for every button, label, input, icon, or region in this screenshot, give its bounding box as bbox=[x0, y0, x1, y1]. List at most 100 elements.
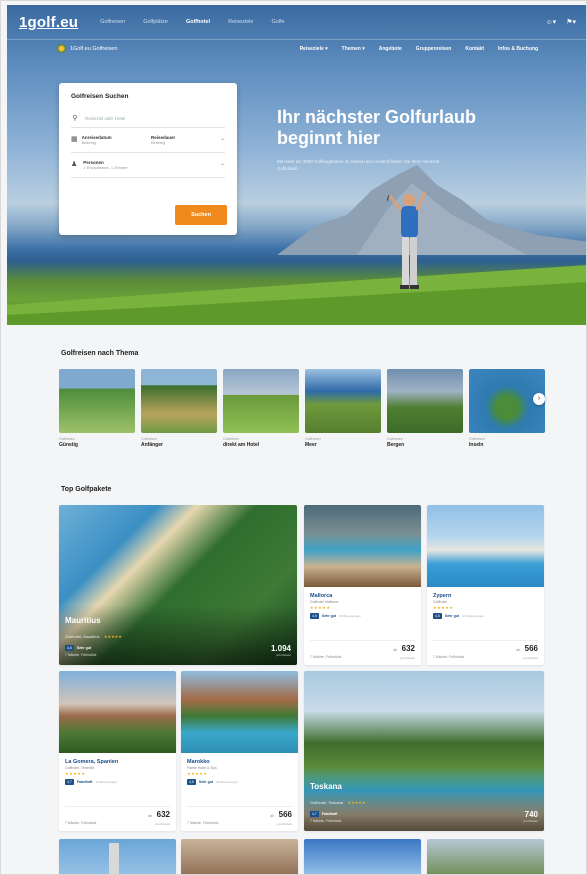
theme-name: direkt am Hotel bbox=[223, 442, 260, 448]
hero-subtitle: Mit mehr als 3000 Golfangeboten im Inlan… bbox=[277, 159, 441, 171]
sub-nav-item[interactable]: Gruppenreisen bbox=[416, 46, 452, 52]
sub-bar: 1Golf.eu Golfreisen Reiseziele ▾ Themen … bbox=[7, 39, 586, 57]
package-card-partial[interactable] bbox=[304, 839, 421, 874]
top-nav-item-active[interactable]: Golfhotel bbox=[186, 19, 210, 25]
search-title: Golfreisen Suchen bbox=[71, 93, 129, 100]
theme-name: Bergen bbox=[387, 442, 405, 448]
theme-name: Anfänger bbox=[141, 442, 163, 448]
persons-field[interactable]: ♟ Personen 2 Erwachsene, 1 Zimmer ⌄ bbox=[71, 153, 225, 178]
price-per-person: pro Person bbox=[276, 653, 291, 657]
top-bar: 1golf.eu Golfreisen Golfplätze Golfhotel… bbox=[7, 5, 586, 39]
theme-card[interactable]: Golfreisen Günstig bbox=[59, 369, 135, 448]
card-detail: 7 Nächte, Frühstück bbox=[65, 653, 97, 657]
card-footer: 7 Nächte, Frühstück ab 632 pro Person bbox=[310, 638, 415, 660]
card-detail: 7 Nächte, Frühstück bbox=[310, 819, 342, 823]
card-info: Zypern Golfhotel ★★★★★ 4,5 Sehr gut 41 B… bbox=[433, 593, 538, 619]
card-rating: 4,5 Sehr gut 63 Bewertungen bbox=[310, 613, 415, 619]
flag-icon[interactable]: ⚑▾ bbox=[566, 18, 576, 26]
card-title: Mauritius bbox=[65, 616, 101, 625]
brand[interactable]: 1Golf.eu Golfreisen bbox=[57, 44, 117, 53]
package-card-partial[interactable] bbox=[181, 839, 298, 874]
brand-logo-icon bbox=[57, 44, 66, 53]
price-value: 566 bbox=[524, 644, 538, 653]
sub-nav-item[interactable]: Infos & Buchung bbox=[498, 46, 538, 52]
card-location: Golfhotel bbox=[433, 600, 448, 604]
card-detail: 7 Nächte, Frühstück bbox=[310, 655, 342, 659]
package-card-marokko[interactable]: Marokko Palme Hotel & Spa ★★★★★ 4,5 Sehr… bbox=[181, 671, 298, 831]
card-location: Golfhotel, Teneriffa bbox=[65, 766, 95, 770]
card-info: Toskana Golfhotel, Toskana ★★★★★ 4,7 Fab… bbox=[310, 782, 538, 823]
card-stars: ★★★★★ bbox=[65, 771, 86, 776]
card-image bbox=[304, 505, 421, 587]
rating-word: Sehr gut bbox=[76, 646, 92, 650]
card-title: Toskana bbox=[310, 782, 342, 791]
packages-title: Top Golfpakete bbox=[61, 486, 112, 493]
package-card-mallorca[interactable]: Mallorca Golfhotel Mallorca ★★★★★ 4,5 Se… bbox=[304, 505, 421, 665]
rating-reviews: 22 Bewertungen bbox=[95, 780, 118, 784]
sub-nav-item[interactable]: Angebote bbox=[379, 46, 402, 52]
theme-small-label: Golfreisen bbox=[141, 437, 157, 441]
card-info: La Gomera, Spanien Golfhotel, Teneriffa … bbox=[65, 759, 170, 785]
rating-score: 4,7 bbox=[65, 779, 74, 785]
card-location: Golfhotel Mallorca bbox=[310, 600, 339, 604]
rating-reviews: 63 Bewertungen bbox=[339, 614, 361, 618]
rating-word: Fabelhaft bbox=[321, 812, 338, 816]
sub-nav-item[interactable]: Themen ▾ bbox=[342, 46, 365, 52]
top-nav: Golfreisen Golfplätze Golfhotel Reisezie… bbox=[100, 19, 285, 25]
carousel-next-button[interactable]: › bbox=[533, 393, 545, 405]
top-nav-item[interactable]: Reiseziele bbox=[228, 19, 253, 25]
theme-card[interactable]: Golfreisen Anfänger bbox=[141, 369, 217, 448]
sub-nav-item[interactable]: Reiseziele ▾ bbox=[300, 46, 328, 52]
theme-card[interactable]: Golfreisen direkt am Hotel bbox=[223, 369, 299, 448]
package-card-lagomera[interactable]: La Gomera, Spanien Golfhotel, Teneriffa … bbox=[59, 671, 176, 831]
price-per-person: pro Person bbox=[155, 822, 170, 826]
package-card-mauritius[interactable]: Mauritius Golfhotel, Mauritius ★★★★★ 4,6… bbox=[59, 505, 297, 665]
chevron-down-icon: ⌄ bbox=[219, 136, 225, 142]
card-detail: 7 Nächte, Frühstück bbox=[433, 655, 465, 659]
sub-nav-item[interactable]: Kontakt bbox=[465, 46, 484, 52]
card-location: Golfhotel, Mauritius bbox=[65, 634, 100, 639]
package-card-partial[interactable] bbox=[427, 839, 544, 874]
theme-small-label: Golfreisen bbox=[223, 437, 239, 441]
card-location: Golfhotel, Toskana bbox=[310, 800, 344, 805]
sub-nav: Reiseziele ▾ Themen ▾ Angebote Gruppenre… bbox=[300, 46, 538, 52]
top-nav-item[interactable]: Golfreisen bbox=[100, 19, 125, 25]
theme-name: Meer bbox=[305, 442, 317, 448]
logo[interactable]: 1golf.eu bbox=[19, 14, 78, 31]
destination-placeholder: Reiseziel oder Hotel bbox=[85, 115, 126, 121]
package-card-zypern[interactable]: Zypern Golfhotel ★★★★★ 4,5 Sehr gut 41 B… bbox=[427, 505, 544, 665]
price-per-person: pro Person bbox=[277, 822, 292, 826]
golfer-image bbox=[387, 191, 427, 289]
theme-card[interactable]: Golfreisen Meer bbox=[305, 369, 381, 448]
persons-value: 2 Erwachsene, 1 Zimmer bbox=[83, 165, 128, 170]
card-footer: 7 Nächte, Frühstück ab 566 pro Person bbox=[187, 804, 292, 826]
theme-small-label: Golfreisen bbox=[469, 437, 485, 441]
card-title: La Gomera, Spanien bbox=[65, 759, 119, 765]
search-button[interactable]: Suchen bbox=[175, 205, 227, 225]
card-info: Marokko Palme Hotel & Spa ★★★★★ 4,5 Sehr… bbox=[187, 759, 292, 785]
theme-card[interactable]: Golfreisen Bergen bbox=[387, 369, 463, 448]
price-from: ab bbox=[516, 648, 521, 652]
duration-field[interactable]: Reisedauer Beliebig ⌄ bbox=[151, 135, 225, 145]
user-icon[interactable]: ☺▾ bbox=[546, 18, 557, 26]
destination-field[interactable]: ⚲ Reiseziel oder Hotel bbox=[71, 109, 225, 128]
arrival-field[interactable]: ▦ Anreisedatum Beliebig bbox=[71, 135, 145, 145]
theme-small-label: Golfreisen bbox=[387, 437, 403, 441]
price-value: 566 bbox=[278, 810, 292, 819]
top-nav-item[interactable]: Golfplätze bbox=[143, 19, 168, 25]
theme-card[interactable]: Golfreisen Inseln bbox=[469, 369, 545, 448]
card-price: 740 pro Person bbox=[523, 810, 538, 823]
theme-name: Inseln bbox=[469, 442, 484, 448]
date-row: ▦ Anreisedatum Beliebig Reisedauer Belie… bbox=[71, 128, 225, 153]
price-value: 632 bbox=[401, 644, 415, 653]
package-card-toskana[interactable]: Toskana Golfhotel, Toskana ★★★★★ 4,7 Fab… bbox=[304, 671, 544, 831]
themes-title: Golfreisen nach Thema bbox=[61, 350, 139, 357]
price-per-person: pro Person bbox=[400, 656, 415, 660]
rating-score: 4,5 bbox=[187, 779, 196, 785]
package-card-partial[interactable] bbox=[59, 839, 176, 874]
card-stars: ★★★★★ bbox=[103, 634, 122, 639]
top-nav-item[interactable]: Golfe bbox=[271, 19, 284, 25]
theme-carousel: Golfreisen Günstig Golfreisen Anfänger G… bbox=[53, 369, 545, 461]
card-info: Mallorca Golfhotel Mallorca ★★★★★ 4,5 Se… bbox=[310, 593, 415, 619]
rating-score: 4,7 bbox=[310, 811, 319, 817]
